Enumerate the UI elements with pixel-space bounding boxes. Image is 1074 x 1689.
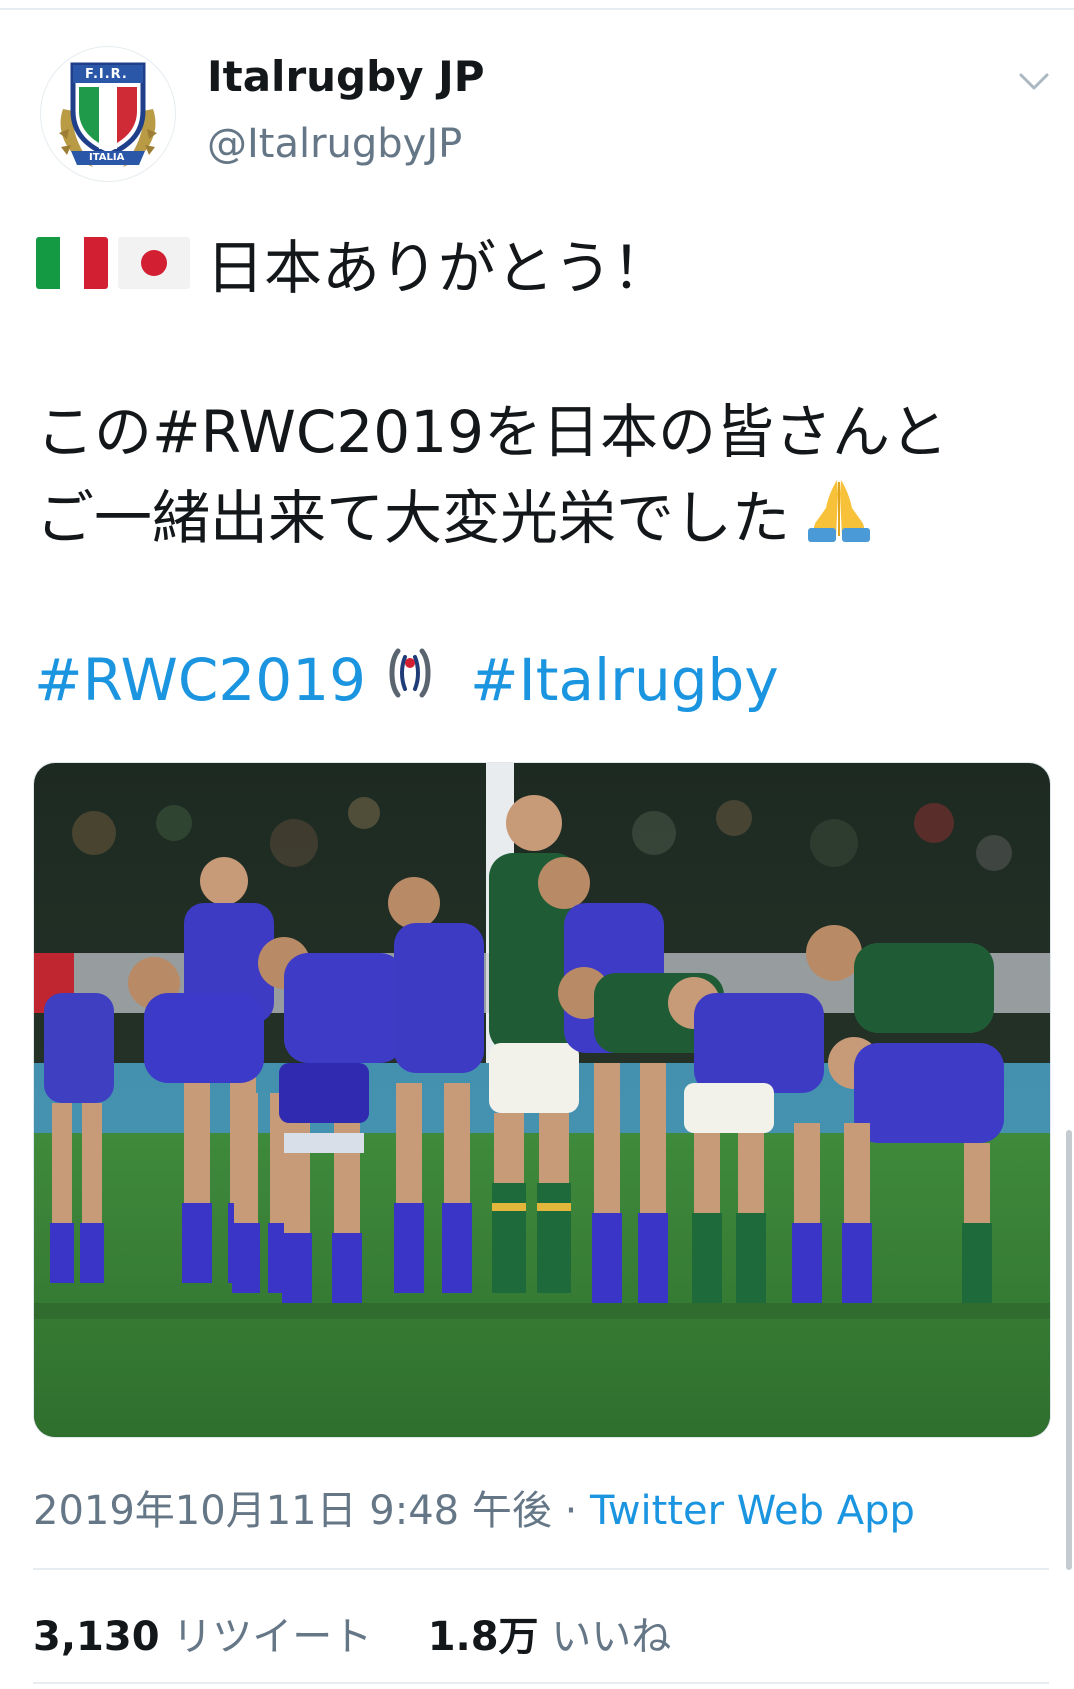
paragraph-line-2: ご一緒出来て大変光栄でした: [36, 484, 791, 552]
author-handle[interactable]: @ItalrugbyJP: [207, 121, 462, 167]
hashtag-italrugby[interactable]: #Italrugby: [470, 646, 779, 714]
retweet-count: 3,130: [33, 1614, 160, 1660]
tweet-timestamp[interactable]: 2019年10月11日 9:48 午後: [33, 1488, 552, 1534]
scrollbar[interactable]: [1066, 1130, 1072, 1570]
like-count: 1.8万: [427, 1614, 539, 1660]
folded-hands-icon: [804, 474, 874, 566]
avatar-logo-text: F.I.R.: [85, 67, 128, 82]
hashtags-row: #RWC2019 #Italrugby: [34, 640, 779, 720]
divider-bottom: [33, 1682, 1049, 1684]
source-app-link[interactable]: Twitter Web App: [590, 1488, 915, 1534]
meta-separator: ·: [551, 1488, 591, 1534]
italy-flag-icon: [36, 237, 108, 289]
tweet-text-line1: 日本ありがとう！: [36, 228, 670, 302]
paragraph-line-1: この#RWC2019を日本の皆さんと: [36, 398, 948, 466]
retweet-label: リツイート: [172, 1614, 373, 1660]
top-divider: [0, 8, 1074, 10]
japan-flag-icon: [118, 237, 190, 289]
retweet-stat[interactable]: 3,130 リツイート: [33, 1614, 372, 1660]
thanks-text: 日本ありがとう！: [206, 234, 671, 302]
chevron-down-icon[interactable]: [1016, 66, 1052, 96]
author-avatar[interactable]: F.I.R. ITALIA: [40, 46, 176, 182]
rwc-logo-icon: [388, 645, 432, 715]
hashtag-rwc2019[interactable]: #RWC2019: [34, 646, 366, 714]
tweet-text-paragraph: この#RWC2019を日本の皆さんと ご一緒出来て大変光栄でした: [36, 390, 948, 566]
tweet-photo[interactable]: [33, 762, 1051, 1438]
divider: [33, 1568, 1049, 1570]
author-name[interactable]: Italrugby JP: [207, 52, 485, 101]
like-stat[interactable]: 1.8万 いいね: [428, 1614, 672, 1660]
tweet-meta: 2019年10月11日 9:48 午後 · Twitter Web App: [33, 1478, 915, 1536]
rugby-teams-bowing-photo: [34, 763, 1050, 1437]
like-label: いいね: [551, 1614, 672, 1660]
tweet-stats: 3,130 リツイート 1.8万 いいね: [33, 1604, 671, 1662]
avatar-banner-text: ITALIA: [89, 152, 125, 163]
